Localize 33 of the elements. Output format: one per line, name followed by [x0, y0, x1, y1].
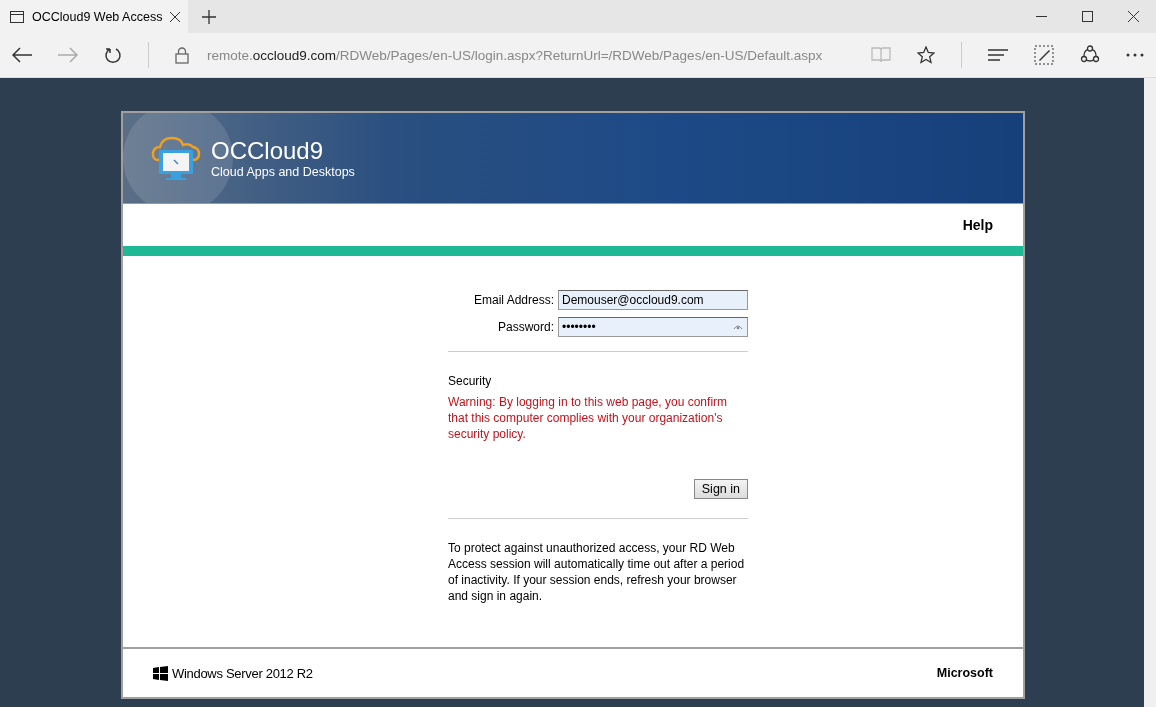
back-icon[interactable]: [12, 47, 32, 63]
cloud-desktop-icon: [151, 134, 201, 182]
product-name: Windows Server 2012 R2: [172, 665, 313, 681]
address-bar[interactable]: remote.occloud9.com/RDWeb/Pages/en-US/login.aspx?ReturnUrl=/RDWeb/Pages/en-US/Default.aspx: [207, 47, 823, 63]
lock-icon: [175, 46, 189, 64]
section-heading: Security: [448, 374, 493, 388]
field-label: Password:: [497, 320, 554, 334]
eye-icon[interactable]: [733, 324, 743, 330]
site-title: OCCloud9: [211, 137, 325, 165]
more-icon[interactable]: [1126, 53, 1144, 57]
password-field[interactable]: ••••••••: [558, 317, 748, 337]
timeout-note: To protect against unauthorized access, your RD Web Access session will automatically time out after a period of inactivity. If your session ends, refresh your browser and sign in again.: [448, 540, 746, 604]
close-icon[interactable]: [1127, 11, 1139, 22]
refresh-icon[interactable]: [104, 46, 122, 64]
sign-in-button[interactable]: Sign in: [693, 479, 748, 499]
warning-text: Warning: By logging in to this web page, you confirm that this computer complies with your organization's security policy.: [448, 394, 729, 442]
browser-tab[interactable]: OCCloud9 Web Access: [0, 0, 188, 33]
minimize-icon[interactable]: [1035, 16, 1047, 17]
vendor-name: Microsoft: [936, 666, 993, 680]
menu-icon[interactable]: [988, 49, 1008, 61]
star-icon[interactable]: [917, 46, 935, 64]
close-icon[interactable]: [170, 11, 181, 22]
scrollbar-track[interactable]: [1144, 78, 1156, 707]
email-field[interactable]: Demouser@occloud9.com: [558, 290, 748, 310]
new-tab-icon[interactable]: [202, 9, 216, 24]
pen-icon[interactable]: [1034, 45, 1054, 65]
help-link[interactable]: Help: [962, 217, 993, 233]
site-subtitle: Cloud Apps and Desktops: [211, 165, 355, 179]
share-icon[interactable]: [1080, 45, 1100, 65]
maximize-icon[interactable]: [1081, 11, 1093, 22]
field-label: Email Address:: [473, 293, 554, 307]
windows-logo-icon: [153, 665, 168, 681]
page-icon: [10, 10, 24, 23]
